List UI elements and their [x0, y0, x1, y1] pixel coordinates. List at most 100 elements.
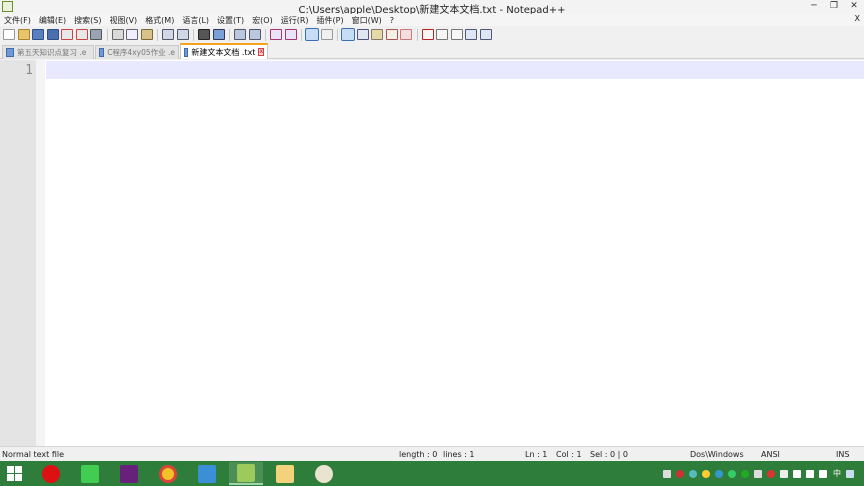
- tab-document-1[interactable]: 第五天知识点复习 .e: [2, 45, 94, 59]
- minimize-button[interactable]: ─: [804, 0, 824, 14]
- title-bar: C:\Users\apple\Desktop\新建文本文档.txt - Note…: [0, 0, 864, 16]
- run-macro-icon[interactable]: [465, 29, 477, 40]
- menu-bar: 文件(F) 编辑(E) 搜索(S) 视图(V) 格式(M) 语言(L) 设置(T…: [0, 14, 864, 26]
- volume-icon[interactable]: [806, 469, 814, 478]
- save-all-icon[interactable]: [46, 29, 59, 40]
- all-chars-icon[interactable]: [320, 29, 333, 40]
- redo-icon[interactable]: [176, 29, 189, 40]
- stop-macro-icon[interactable]: [436, 29, 448, 40]
- menu-plugins[interactable]: 插件(P): [313, 15, 348, 26]
- status-insert-mode: INS: [836, 450, 850, 459]
- tray-app-icon[interactable]: [754, 469, 762, 478]
- zoom-in-icon[interactable]: [234, 29, 246, 40]
- status-bar: Normal text file length : 0 lines : 1 Ln…: [0, 446, 864, 461]
- tray-app-icon[interactable]: [767, 469, 775, 478]
- status-encoding: ANSI: [761, 450, 780, 459]
- paste-icon[interactable]: [140, 29, 153, 40]
- menu-language[interactable]: 语言(L): [178, 15, 213, 26]
- close-icon[interactable]: [61, 29, 73, 40]
- function-list-icon[interactable]: [371, 29, 383, 40]
- toolbar-separator: [301, 28, 302, 41]
- restore-button[interactable]: ❐: [824, 0, 844, 14]
- fold-margin[interactable]: [36, 60, 45, 446]
- menu-edit[interactable]: 编辑(E): [35, 15, 70, 26]
- menu-format[interactable]: 格式(M): [141, 15, 178, 26]
- tab-document-active[interactable]: 新建文本文档 .txt x: [180, 43, 268, 59]
- action-center-icon[interactable]: [663, 469, 671, 478]
- menu-window[interactable]: 窗口(W): [348, 15, 386, 26]
- find-icon[interactable]: [198, 29, 210, 40]
- open-file-icon[interactable]: [17, 29, 30, 40]
- zoom-out-icon[interactable]: [248, 29, 261, 40]
- monitor-icon[interactable]: [400, 29, 412, 40]
- menu-view[interactable]: 视图(V): [105, 15, 141, 26]
- file-icon: [6, 48, 14, 57]
- close-document-button[interactable]: X: [855, 14, 860, 23]
- tray-app-icon[interactable]: [780, 469, 788, 478]
- tab-label: 第五天知识点复习 .e: [17, 48, 87, 57]
- close-all-icon[interactable]: [75, 29, 88, 40]
- chrome-icon[interactable]: [151, 462, 185, 485]
- system-tray: 中: [658, 461, 864, 486]
- menu-run[interactable]: 运行(R): [277, 15, 313, 26]
- status-column: Col : 1: [556, 450, 582, 459]
- notepad-plus-plus-icon[interactable]: [229, 462, 263, 485]
- status-lines: lines : 1: [443, 450, 475, 459]
- undo-icon[interactable]: [162, 29, 174, 40]
- play-macro-icon[interactable]: [450, 29, 463, 40]
- tray-app-icon[interactable]: [689, 469, 697, 478]
- paint-icon[interactable]: [307, 462, 341, 485]
- qt-creator-icon[interactable]: [73, 462, 107, 485]
- tray-app-icon[interactable]: [715, 469, 723, 478]
- word-wrap-icon[interactable]: [305, 28, 319, 41]
- file-icon: [99, 48, 105, 57]
- menu-help[interactable]: ?: [386, 16, 398, 25]
- status-eol: Dos\Windows: [690, 450, 744, 459]
- tray-app-icon[interactable]: [676, 469, 684, 478]
- taskbar: 中: [0, 461, 864, 486]
- line-number-gutter: 1: [0, 60, 45, 446]
- editor-area[interactable]: 1: [0, 60, 864, 446]
- close-window-button[interactable]: ✕: [844, 0, 864, 14]
- menu-macro[interactable]: 宏(O): [248, 15, 277, 26]
- tray-app-icon[interactable]: [741, 469, 749, 478]
- menu-search[interactable]: 搜索(S): [70, 15, 105, 26]
- menu-file[interactable]: 文件(F): [0, 15, 35, 26]
- status-selection: Sel : 0 | 0: [590, 450, 628, 459]
- toolbar-separator: [193, 28, 194, 41]
- cut-icon[interactable]: [111, 29, 124, 40]
- print-icon[interactable]: [90, 29, 102, 40]
- file-icon: [184, 47, 189, 57]
- record-macro-icon[interactable]: [421, 29, 434, 40]
- input-language-indicator[interactable]: 中: [833, 468, 841, 479]
- tab-document-2[interactable]: C程序4xy05作业 .e: [95, 45, 179, 59]
- menu-settings[interactable]: 设置(T): [213, 15, 248, 26]
- line-number: 1: [25, 63, 33, 78]
- doc-map-icon[interactable]: [356, 29, 369, 40]
- save-macro-icon[interactable]: [479, 29, 492, 40]
- replace-icon[interactable]: [212, 29, 225, 40]
- toolbar-separator: [106, 28, 108, 41]
- tab-label: 新建文本文档 .txt: [191, 47, 256, 57]
- tab-close-icon[interactable]: x: [258, 48, 264, 56]
- new-file-icon[interactable]: [3, 29, 15, 40]
- sync-v-icon[interactable]: [270, 29, 282, 40]
- save-icon[interactable]: [32, 29, 44, 40]
- folder-as-workspace-icon[interactable]: [385, 29, 398, 40]
- indent-guide-icon[interactable]: [341, 28, 355, 41]
- notification-icon[interactable]: [819, 469, 827, 478]
- input-method-icon[interactable]: [846, 469, 854, 478]
- tray-app-icon[interactable]: [702, 469, 710, 478]
- status-length: length : 0: [399, 450, 438, 459]
- wps-writer-icon[interactable]: [190, 462, 224, 485]
- tray-app-icon[interactable]: [728, 469, 736, 478]
- visual-studio-icon[interactable]: [112, 462, 146, 485]
- sync-h-icon[interactable]: [284, 29, 297, 40]
- opera-icon[interactable]: [34, 462, 68, 485]
- windows-start-icon[interactable]: [7, 466, 23, 481]
- file-explorer-icon[interactable]: [268, 462, 302, 485]
- network-icon[interactable]: [793, 469, 801, 478]
- copy-icon[interactable]: [126, 29, 138, 40]
- tab-bar: 第五天知识点复习 .e C程序4xy05作业 .e 新建文本文档 .txt x: [0, 43, 864, 59]
- current-line-highlight[interactable]: [46, 61, 864, 79]
